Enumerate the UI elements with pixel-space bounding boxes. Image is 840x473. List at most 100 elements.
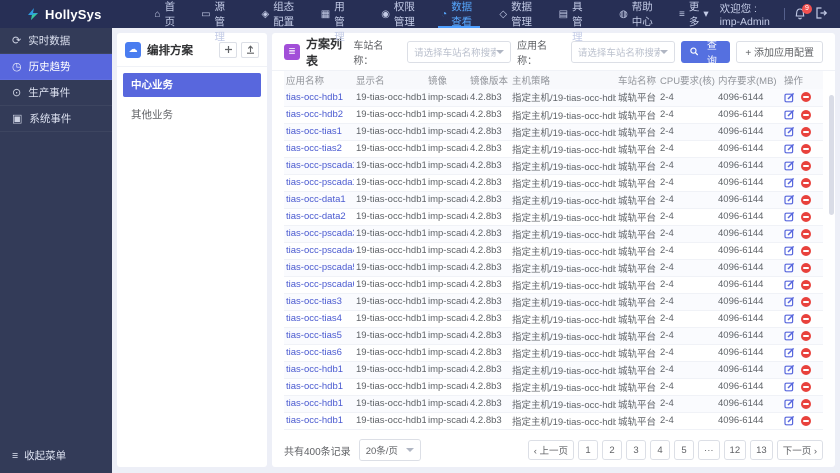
table-row[interactable]: tias-occ-tias6 19-tias-occ-hdb1 imp-scad… [284, 344, 823, 362]
nav-item[interactable]: ⌂ 首页 [144, 0, 191, 28]
edit-icon[interactable] [784, 279, 795, 290]
disable-icon[interactable] [801, 245, 811, 256]
edit-icon[interactable] [784, 245, 795, 256]
search-button[interactable]: 查询 [680, 40, 731, 67]
page-size-select[interactable]: 20条/页 [358, 439, 421, 461]
disable-icon[interactable] [801, 330, 811, 341]
disable-icon[interactable] [801, 415, 811, 426]
app-name-link[interactable]: tias-occ-hdb1 [286, 398, 343, 409]
table-row[interactable]: tias-occ-tias5 19-tias-occ-hdb1 imp-scad… [284, 327, 823, 345]
disable-icon[interactable] [801, 347, 811, 358]
app-name-link[interactable]: tias-occ-hdb2 [286, 109, 343, 120]
edit-icon[interactable] [784, 415, 795, 426]
app-name-link[interactable]: tias-occ-pscada3 [286, 228, 354, 239]
edit-icon[interactable] [784, 364, 795, 375]
station-select[interactable]: 请选择车站名称搜索 [407, 40, 512, 63]
app-name-link[interactable]: tias-occ-tias6 [286, 347, 342, 358]
edit-icon[interactable] [784, 296, 795, 307]
edit-icon[interactable] [784, 398, 795, 409]
disable-icon[interactable] [801, 143, 811, 154]
table-row[interactable]: tias-occ-data1 19-tias-occ-hdb1 imp-scad… [284, 191, 823, 209]
edit-icon[interactable] [784, 381, 795, 392]
nav-item[interactable]: ◈ 组态配置 [250, 0, 309, 28]
sidebar-item[interactable]: ▣ 系统事件 [0, 106, 112, 132]
scrollbar[interactable] [829, 95, 834, 215]
notification-bell-icon[interactable]: 9 [794, 3, 812, 21]
edit-icon[interactable] [784, 160, 795, 171]
app-name-link[interactable]: tias-occ-hdb1 [286, 381, 343, 392]
table-row[interactable]: tias-occ-pscada1 19-tias-occ-hdb1 imp-sc… [284, 157, 823, 175]
app-name-link[interactable]: tias-occ-data1 [286, 194, 346, 205]
nav-item[interactable]: ▦ 应用管理 [310, 0, 370, 43]
app-name-link[interactable]: tias-occ-tias3 [286, 296, 342, 307]
page-number-button[interactable]: 12 [723, 440, 747, 460]
edit-icon[interactable] [784, 92, 795, 103]
nav-item[interactable]: ◍ 帮助中心 [608, 0, 668, 28]
page-number-button[interactable]: ··· [698, 440, 720, 460]
next-page-button[interactable]: 下一页 › [776, 440, 823, 460]
collapse-menu-button[interactable]: ≡ 收起菜单 [12, 448, 66, 463]
disable-icon[interactable] [801, 381, 811, 392]
nav-item[interactable]: ◉ 权限管理 [370, 0, 430, 28]
nav-item[interactable]: ≡ 更多 ▾ [668, 0, 720, 28]
table-row[interactable]: tias-occ-pscada6 19-tias-occ-hdb1 imp-sc… [284, 276, 823, 294]
disable-icon[interactable] [801, 398, 811, 409]
disable-icon[interactable] [801, 160, 811, 171]
app-name-link[interactable]: tias-occ-hdb1 [286, 364, 343, 375]
disable-icon[interactable] [801, 364, 811, 375]
table-row[interactable]: tias-occ-pscada3 19-tias-occ-hdb1 imp-sc… [284, 225, 823, 243]
app-name-link[interactable]: tias-occ-pscada6 [286, 279, 354, 290]
disable-icon[interactable] [801, 177, 811, 188]
edit-icon[interactable] [784, 143, 795, 154]
sidebar-item[interactable]: ⟳ 实时数据 [0, 28, 112, 54]
edit-icon[interactable] [784, 194, 795, 205]
edit-icon[interactable] [784, 109, 795, 120]
app-name-link[interactable]: tias-occ-pscada4 [286, 245, 354, 256]
edit-icon[interactable] [784, 347, 795, 358]
logout-icon[interactable] [815, 6, 828, 22]
disable-icon[interactable] [801, 126, 811, 137]
edit-icon[interactable] [784, 262, 795, 273]
disable-icon[interactable] [801, 92, 811, 103]
table-row[interactable]: tias-occ-hdb1 19-tias-occ-hdb1 imp-scada… [284, 395, 823, 413]
page-number-button[interactable]: 2 [602, 440, 623, 460]
prev-page-button[interactable]: ‹ 上一页 [527, 440, 575, 460]
page-number-button[interactable]: 1 [578, 440, 599, 460]
page-number-button[interactable]: 5 [674, 440, 695, 460]
plan-item[interactable]: 中心业务 [123, 73, 261, 97]
app-name-link[interactable]: tias-occ-hdb1 [286, 92, 343, 103]
disable-icon[interactable] [801, 262, 811, 273]
disable-icon[interactable] [801, 228, 811, 239]
disable-icon[interactable] [801, 194, 811, 205]
edit-icon[interactable] [784, 211, 795, 222]
page-number-button[interactable]: 3 [626, 440, 647, 460]
nav-item[interactable]: ▭ 资源管理 [190, 0, 250, 43]
nav-item[interactable]: ▤ 工具管理 [548, 0, 608, 43]
table-row[interactable]: tias-occ-hdb1 19-tias-occ-hdb1 imp-scada… [284, 361, 823, 379]
app-name-link[interactable]: tias-occ-pscada1 [286, 177, 354, 188]
disable-icon[interactable] [801, 313, 811, 324]
disable-icon[interactable] [801, 211, 811, 222]
nav-item[interactable]: ◇ 数据管理 [488, 0, 547, 28]
disable-icon[interactable] [801, 279, 811, 290]
table-row[interactable]: tias-occ-hdb1 19-tias-occ-hdb1 imp-scada… [284, 89, 823, 107]
page-number-button[interactable]: 13 [750, 440, 773, 460]
table-row[interactable]: tias-occ-pscada4 19-tias-occ-hdb1 imp-sc… [284, 242, 823, 260]
app-name-link[interactable]: tias-occ-pscada1 [286, 160, 354, 171]
edit-icon[interactable] [784, 228, 795, 239]
table-row[interactable]: tias-occ-hdb1 19-tias-occ-hdb1 imp-scada… [284, 378, 823, 396]
table-row[interactable]: tias-occ-tias2 19-tias-occ-hdb1 imp-scad… [284, 140, 823, 158]
table-row[interactable]: tias-occ-data2 19-tias-occ-hdb1 imp-scad… [284, 208, 823, 226]
table-row[interactable]: tias-occ-pscada1 19-tias-occ-hdb1 imp-sc… [284, 174, 823, 192]
app-name-link[interactable]: tias-occ-tias1 [286, 126, 342, 137]
edit-icon[interactable] [784, 126, 795, 137]
disable-icon[interactable] [801, 296, 811, 307]
app-name-link[interactable]: tias-occ-tias4 [286, 313, 342, 324]
app-name-link[interactable]: tias-occ-hdb1 [286, 415, 343, 426]
sidebar-item[interactable]: ⊙ 生产事件 [0, 80, 112, 106]
plan-item[interactable]: 其他业务 [123, 103, 261, 127]
table-row[interactable]: tias-occ-tias3 19-tias-occ-hdb1 imp-scad… [284, 293, 823, 311]
table-row[interactable]: tias-occ-hdb2 19-tias-occ-hdb1 imp-scada… [284, 106, 823, 124]
disable-icon[interactable] [801, 109, 811, 120]
table-row[interactable]: tias-occ-hdb1 19-tias-occ-hdb1 imp-scada… [284, 412, 823, 430]
